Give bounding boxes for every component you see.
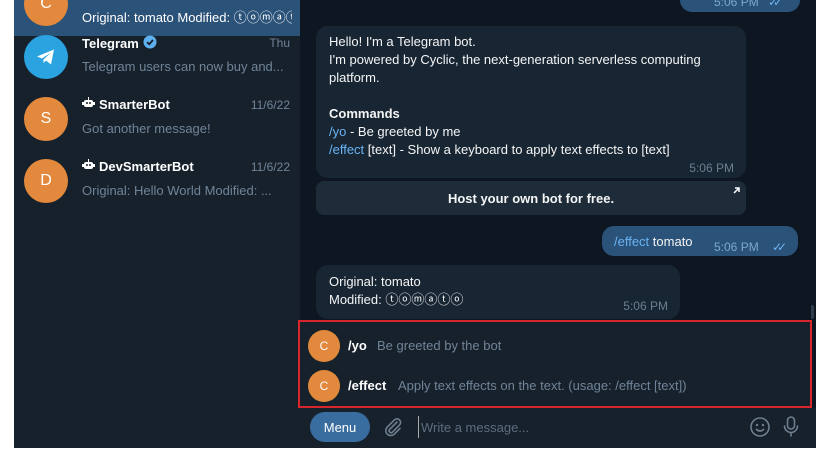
command-suggestions-panel: C /yo Be greeted by the bot C /effect Ap… bbox=[298, 320, 812, 408]
avatar: C bbox=[308, 330, 340, 362]
sender-initial: K bbox=[692, 0, 699, 7]
inline-button-label: Host your own bot for free. bbox=[447, 190, 615, 206]
chat-preview: Got another message! bbox=[82, 121, 211, 136]
menu-button[interactable]: Menu bbox=[310, 412, 370, 442]
message-text: /effect tomato bbox=[614, 233, 693, 251]
double-check-icon: ✓✓ bbox=[772, 240, 787, 254]
command-name: /yo bbox=[348, 338, 367, 353]
command-link-effect[interactable]: /effect bbox=[614, 234, 649, 249]
outgoing-message: /effect tomato 5:06 PM ✓✓ bbox=[602, 226, 798, 256]
message-composer: Menu bbox=[300, 408, 816, 448]
command-suggestion-effect[interactable]: C /effect Apply text effects on the text… bbox=[300, 364, 810, 404]
microphone-icon[interactable] bbox=[778, 414, 804, 440]
host-bot-inline-button[interactable]: Host your own bot for free. bbox=[316, 181, 746, 215]
message-line: I'm powered by Cyclic, the next-generati… bbox=[329, 52, 701, 67]
double-check-icon: ✓✓ bbox=[768, 0, 783, 9]
message-line: Hello! I'm a Telegram bot. bbox=[329, 34, 476, 49]
incoming-message: Hello! I'm a Telegram bot. I'm powered b… bbox=[316, 26, 746, 178]
chat-name-text: DevSmarterBot bbox=[99, 159, 194, 174]
telegram-window: C Original: tomato Modified: ⓣⓞⓜⓐⓣⓞ Tele… bbox=[14, 0, 816, 448]
message-text-body: tomato bbox=[649, 234, 693, 249]
message-input[interactable] bbox=[418, 416, 723, 438]
avatar: C bbox=[24, 0, 68, 26]
arrow-up-right-icon bbox=[732, 183, 741, 198]
avatar: S bbox=[24, 97, 68, 141]
chat-name-text: SmarterBot bbox=[99, 97, 170, 112]
message-time: 5:06 PM bbox=[623, 299, 668, 313]
bot-icon bbox=[82, 159, 95, 174]
chat-date: 11/6/22 bbox=[250, 98, 290, 112]
scrollbar[interactable] bbox=[811, 305, 814, 319]
message-line: Modified: ⓣⓞⓜⓐⓣⓞ bbox=[329, 292, 464, 307]
avatar: C bbox=[308, 370, 340, 402]
verified-icon bbox=[143, 35, 157, 52]
chat-date: 11/6/22 bbox=[250, 160, 290, 174]
chat-date: Thu bbox=[269, 36, 290, 50]
command-suggestion-yo[interactable]: C /yo Be greeted by the bot bbox=[300, 324, 810, 364]
command-link-yo[interactable]: /yo bbox=[329, 124, 346, 139]
command-description: Be greeted by the bot bbox=[377, 338, 502, 353]
message-line: platform. bbox=[329, 70, 380, 85]
command-text: [text] - Show a keyboard to apply text e… bbox=[364, 142, 670, 157]
message-line: Original: tomato bbox=[329, 274, 421, 289]
emoji-icon[interactable] bbox=[747, 414, 773, 440]
chat-name: DevSmarterBot bbox=[82, 159, 194, 174]
chat-preview: Original: tomato Modified: ⓣⓞⓜⓐⓣⓞ bbox=[82, 10, 292, 25]
bot-icon bbox=[82, 97, 95, 112]
message-time: 5:06 PM bbox=[689, 161, 734, 175]
command-text: - Be greeted by me bbox=[346, 124, 461, 139]
chat-list-sidebar: C Original: tomato Modified: ⓣⓞⓜⓐⓣⓞ Tele… bbox=[14, 0, 300, 448]
command-link-effect[interactable]: /effect bbox=[329, 142, 364, 157]
chat-name-text: Telegram bbox=[82, 36, 139, 51]
message-time: 5:06 PM bbox=[714, 0, 759, 9]
telegram-logo-icon bbox=[24, 35, 68, 79]
commands-heading: Commands bbox=[329, 106, 400, 121]
outgoing-message: K 5:06 PM ✓✓ bbox=[680, 0, 800, 12]
chat-area: K 5:06 PM ✓✓ Hello! I'm a Telegram bot. … bbox=[298, 0, 816, 448]
chat-preview: Original: Hello World Modified: ... bbox=[82, 183, 272, 198]
chat-item-devsmarterbot[interactable]: D DevSmarterBot 11/6/22 Original: Hello … bbox=[14, 150, 300, 212]
chat-item-telegram[interactable]: Telegram Thu Telegram users can now buy … bbox=[14, 26, 300, 88]
incoming-message: Original: tomato Modified: ⓣⓞⓜⓐⓣⓞ 5:06 P… bbox=[316, 265, 680, 319]
avatar: D bbox=[24, 159, 68, 203]
command-name: /effect bbox=[348, 378, 387, 393]
chat-preview: Telegram users can now buy and... bbox=[82, 59, 284, 74]
chat-name: SmarterBot bbox=[82, 97, 170, 112]
message-time: 5:06 PM bbox=[714, 240, 759, 254]
paperclip-icon[interactable] bbox=[380, 414, 406, 440]
chat-item-smarterbot[interactable]: S SmarterBot 11/6/22 Got another message… bbox=[14, 88, 300, 150]
chat-name: Telegram bbox=[82, 35, 157, 52]
command-description: Apply text effects on the text. (usage: … bbox=[398, 378, 687, 393]
